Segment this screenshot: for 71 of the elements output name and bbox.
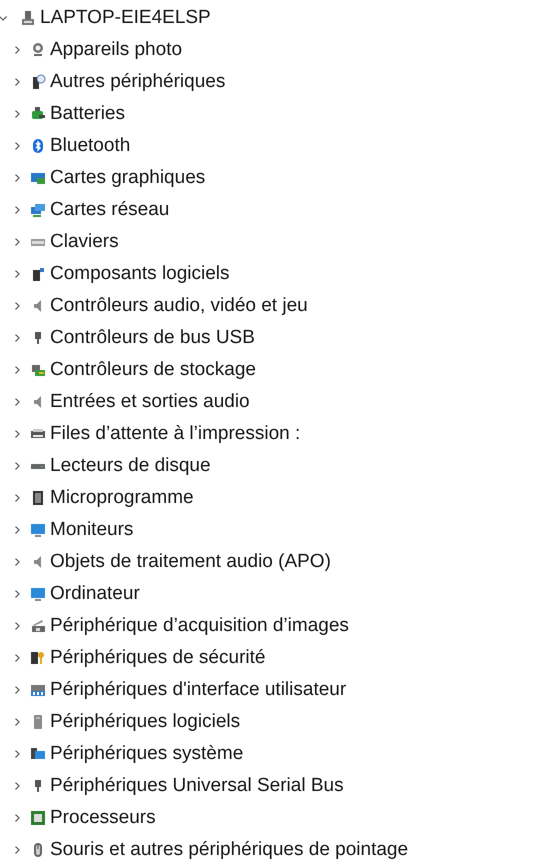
expand-chevron-icon[interactable] — [12, 269, 22, 279]
expand-chevron-icon[interactable] — [12, 461, 22, 471]
tree-item[interactable]: Périphériques de sécurité — [50, 646, 266, 670]
component-icon — [30, 266, 46, 282]
tree-item[interactable]: LAPTOP-EIE4ELSP — [40, 6, 211, 30]
expand-chevron-icon[interactable] — [12, 301, 22, 311]
expand-chevron-icon[interactable] — [12, 717, 22, 727]
expand-chevron-icon[interactable] — [12, 45, 22, 55]
tree-item[interactable]: Périphérique d’acquisition d’images — [50, 614, 349, 638]
scanner-icon — [30, 618, 46, 634]
monitor-icon — [30, 586, 46, 602]
expand-chevron-icon[interactable] — [12, 205, 22, 215]
tree-item[interactable]: Cartes graphiques — [50, 166, 206, 190]
tree-item[interactable]: Batteries — [50, 102, 125, 126]
computer-icon — [20, 10, 36, 26]
tree-item[interactable]: Contrôleurs de stockage — [50, 358, 256, 382]
network-icon — [30, 202, 46, 218]
tree-item[interactable]: Périphériques d'interface utilisateur — [50, 678, 346, 702]
expand-chevron-icon[interactable] — [12, 397, 22, 407]
expand-chevron-icon[interactable] — [12, 589, 22, 599]
bluetooth-icon — [30, 138, 46, 154]
tree-item[interactable]: Bluetooth — [50, 134, 130, 158]
expand-chevron-icon[interactable] — [12, 685, 22, 695]
processor-icon — [30, 810, 46, 826]
webcam-icon — [30, 42, 46, 58]
tree-item[interactable]: Claviers — [50, 230, 119, 254]
tree-item[interactable]: Périphériques logiciels — [50, 710, 240, 734]
tree-item[interactable]: Cartes réseau — [50, 198, 170, 222]
expand-chevron-icon[interactable] — [12, 845, 22, 855]
expand-chevron-icon[interactable] — [12, 493, 22, 503]
tree-item[interactable]: Ordinateur — [50, 582, 140, 606]
tree-item[interactable]: Microprogramme — [50, 486, 194, 510]
expand-chevron-icon[interactable] — [12, 77, 22, 87]
expand-chevron-icon[interactable] — [12, 781, 22, 791]
tree-item[interactable]: Périphériques système — [50, 742, 244, 766]
tree-item[interactable]: Autres périphériques — [50, 70, 226, 94]
hid-device-icon — [30, 682, 46, 698]
battery-icon — [30, 106, 46, 122]
expand-chevron-icon[interactable] — [12, 333, 22, 343]
tree-item[interactable]: Lecteurs de disque — [50, 454, 211, 478]
expand-chevron-icon[interactable] — [12, 429, 22, 439]
key-device-icon — [30, 650, 46, 666]
tree-item[interactable]: Objets de traitement audio (APO) — [50, 550, 331, 574]
expand-chevron-icon[interactable] — [12, 525, 22, 535]
chip-icon — [30, 490, 46, 506]
expand-chevron-icon[interactable] — [12, 621, 22, 631]
tree-item[interactable]: Entrées et sorties audio — [50, 390, 250, 414]
tree-item[interactable]: Appareils photo — [50, 38, 182, 62]
unknown-device-icon — [30, 74, 46, 90]
tree-item[interactable]: Processeurs — [50, 806, 156, 830]
tree-item[interactable]: Contrôleurs audio, vidéo et jeu — [50, 294, 308, 318]
tree-item[interactable]: Files d’attente à l’impression : — [50, 422, 300, 446]
system-device-icon — [30, 746, 46, 762]
storage-controller-icon — [30, 362, 46, 378]
tree-item[interactable]: Moniteurs — [50, 518, 134, 542]
expand-chevron-icon[interactable] — [12, 813, 22, 823]
tree-item[interactable]: Composants logiciels — [50, 262, 230, 286]
expand-chevron-icon[interactable] — [12, 237, 22, 247]
expand-chevron-icon[interactable] — [12, 141, 22, 151]
expand-chevron-icon[interactable] — [12, 109, 22, 119]
expand-chevron-icon[interactable] — [12, 365, 22, 375]
expand-chevron-icon[interactable] — [12, 557, 22, 567]
collapse-chevron-icon[interactable] — [0, 13, 8, 23]
tree-item[interactable]: Périphériques Universal Serial Bus — [50, 774, 344, 798]
expand-chevron-icon[interactable] — [12, 173, 22, 183]
monitor-icon — [30, 522, 46, 538]
expand-chevron-icon[interactable] — [12, 749, 22, 759]
expand-chevron-icon[interactable] — [12, 653, 22, 663]
tree-item[interactable]: Contrôleurs de bus USB — [50, 326, 255, 350]
tree-item[interactable]: Souris et autres périphériques de pointage — [50, 838, 408, 862]
display-adapter-icon — [30, 170, 46, 186]
